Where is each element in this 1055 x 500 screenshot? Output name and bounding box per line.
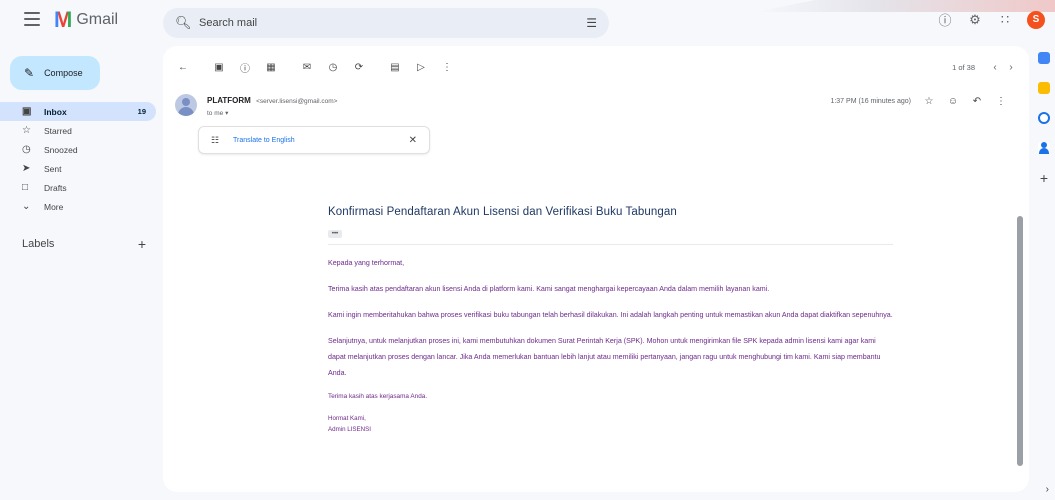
- contacts-icon[interactable]: [1038, 142, 1050, 154]
- search-icon[interactable]: 🔍︎: [175, 15, 193, 31]
- recipient-label: to me: [207, 110, 224, 117]
- scrollbar[interactable]: [1017, 216, 1023, 466]
- tune-icon[interactable]: ☰: [586, 16, 597, 30]
- translate-banner: ☷ Translate to English ✕: [198, 126, 430, 154]
- labels-title: Labels: [22, 238, 55, 250]
- chevron-left-icon[interactable]: ‹: [987, 62, 1003, 73]
- gmail-m-icon: M: [54, 7, 73, 32]
- show-trimmed-button[interactable]: •••: [328, 230, 342, 238]
- mark-unread-icon[interactable]: ✉: [297, 62, 317, 73]
- delete-icon[interactable]: ▦: [261, 62, 281, 73]
- inbox-icon: ▣: [22, 106, 32, 117]
- avatar[interactable]: S: [1027, 10, 1045, 29]
- sidebar-item-label: Drafts: [44, 182, 67, 193]
- archive-icon[interactable]: ▣: [209, 62, 229, 73]
- emoji-icon[interactable]: ☺: [947, 96, 959, 107]
- paragraph-2: Kami ingin memberitahukan bahwa proses v…: [328, 311, 893, 319]
- sidebar-item-more[interactable]: ⌄ More: [0, 197, 156, 216]
- back-arrow-icon[interactable]: ←: [173, 62, 193, 73]
- compose-button[interactable]: ✎ Compose: [10, 56, 100, 90]
- top-right-actions: ⓘ ⚙ ∷ S: [937, 10, 1045, 29]
- move-to-icon[interactable]: ▤: [385, 62, 405, 73]
- paragraph-3: Selanjutnya, untuk melanjutkan proses in…: [328, 337, 881, 377]
- translate-icon: ☷: [211, 134, 220, 145]
- label-icon[interactable]: ▷: [411, 62, 431, 73]
- sender-name[interactable]: PLATFORM: [207, 96, 251, 105]
- calendar-icon[interactable]: [1038, 52, 1050, 64]
- sidebar-item-drafts[interactable]: □ Drafts: [0, 178, 156, 197]
- hamburger-icon[interactable]: [24, 12, 40, 26]
- close-icon[interactable]: ✕: [409, 135, 417, 146]
- report-spam-icon[interactable]: ⓘ: [235, 60, 255, 75]
- chevron-right-icon[interactable]: ›: [1003, 62, 1019, 73]
- message-toolbar: ← ▣ ⓘ ▦ ✉ ◷ ⟳ ▤ ▷ ⋮ 1 of 38 ‹ ›: [173, 56, 1019, 78]
- sidebar-item-snoozed[interactable]: ◷ Snoozed: [0, 140, 156, 159]
- star-icon[interactable]: ☆: [923, 96, 935, 107]
- thanks-line: Terima kasih atas kerjasama Anda.: [328, 393, 428, 400]
- translate-link[interactable]: Translate to English: [233, 137, 409, 144]
- top-bar: M Gmail 🔍︎ Search mail ☰ ⓘ ⚙ ∷ S: [0, 0, 1055, 40]
- gmail-logo[interactable]: M Gmail: [54, 8, 118, 32]
- snooze-icon[interactable]: ◷: [323, 62, 343, 73]
- more-vert-icon[interactable]: ⋮: [995, 96, 1007, 107]
- sender-avatar[interactable]: [175, 94, 197, 116]
- sender-line: PLATFORM <server.lisensi@gmail.com>: [207, 96, 337, 105]
- sender-email: <server.lisensi@gmail.com>: [256, 98, 338, 105]
- sidebar-item-starred[interactable]: ☆ Starred: [0, 121, 156, 140]
- signature-line-1: Hormat Kami,: [328, 415, 366, 422]
- email-subject: Konfirmasi Pendaftaran Akun Lisensi dan …: [328, 206, 677, 218]
- caret-down-icon: ▾: [225, 110, 229, 117]
- compose-label: Compose: [44, 68, 83, 78]
- sidebar-item-label: Snoozed: [44, 144, 78, 155]
- side-panel: +: [1033, 52, 1055, 185]
- message-meta: 1:37 PM (16 minutes ago) ☆ ☺ ↶ ⋮: [830, 96, 1007, 107]
- sidebar-item-label: Starred: [44, 125, 72, 136]
- search-input[interactable]: Search mail: [199, 17, 586, 29]
- message-time: 1:37 PM (16 minutes ago): [830, 98, 911, 105]
- chevron-right-icon[interactable]: ›: [1046, 484, 1049, 495]
- star-icon: ☆: [22, 125, 31, 136]
- add-addon-icon[interactable]: +: [1040, 171, 1048, 185]
- add-task-icon[interactable]: ⟳: [349, 62, 369, 73]
- scrollbar-thumb[interactable]: [1017, 216, 1023, 466]
- greeting: Kepada yang terhormat,: [328, 259, 405, 267]
- clock-icon: ◷: [22, 144, 31, 155]
- message-body: Konfirmasi Pendaftaran Akun Lisensi dan …: [328, 206, 893, 435]
- sidebar-item-label: Sent: [44, 163, 62, 174]
- pagination: 1 of 38: [952, 62, 975, 72]
- inbox-count: 19: [137, 107, 146, 116]
- signature-line-2: Admin LISENSI: [328, 426, 371, 433]
- paragraph-1: Terima kasih atas pendaftaran akun lisen…: [328, 285, 770, 293]
- sidebar-item-label: Inbox: [44, 106, 67, 117]
- signature: Hormat Kami, Admin LISENSI: [328, 413, 893, 435]
- sidebar-item-inbox[interactable]: ▣ Inbox 19: [0, 102, 156, 121]
- more-vert-icon[interactable]: ⋮: [437, 62, 457, 73]
- draft-icon: □: [22, 182, 29, 193]
- labels-header: Labels +: [22, 236, 146, 252]
- add-label-icon[interactable]: +: [138, 236, 146, 252]
- reply-icon[interactable]: ↶: [971, 96, 983, 107]
- gear-icon[interactable]: ⚙: [967, 12, 983, 28]
- app-name: Gmail: [76, 11, 119, 28]
- apps-grid-icon[interactable]: ∷: [997, 12, 1013, 28]
- message-pane: ← ▣ ⓘ ▦ ✉ ◷ ⟳ ▤ ▷ ⋮ 1 of 38 ‹ › PLATFORM…: [163, 46, 1029, 492]
- pencil-icon: ✎: [24, 66, 35, 80]
- send-icon: ➤: [22, 163, 31, 174]
- search-bar[interactable]: 🔍︎ Search mail ☰: [163, 8, 609, 38]
- chevron-down-icon: ⌄: [22, 201, 31, 212]
- help-icon[interactable]: ⓘ: [937, 10, 953, 29]
- sidebar-item-sent[interactable]: ➤ Sent: [0, 159, 156, 178]
- sidebar-nav: ▣ Inbox 19 ☆ Starred ◷ Snoozed ➤ Sent □ …: [0, 102, 156, 216]
- recipient-dropdown[interactable]: to me ▾: [207, 109, 228, 117]
- divider: [328, 244, 893, 245]
- sidebar-item-label: More: [44, 201, 64, 212]
- keep-icon[interactable]: [1038, 82, 1050, 94]
- tasks-icon[interactable]: [1038, 112, 1050, 124]
